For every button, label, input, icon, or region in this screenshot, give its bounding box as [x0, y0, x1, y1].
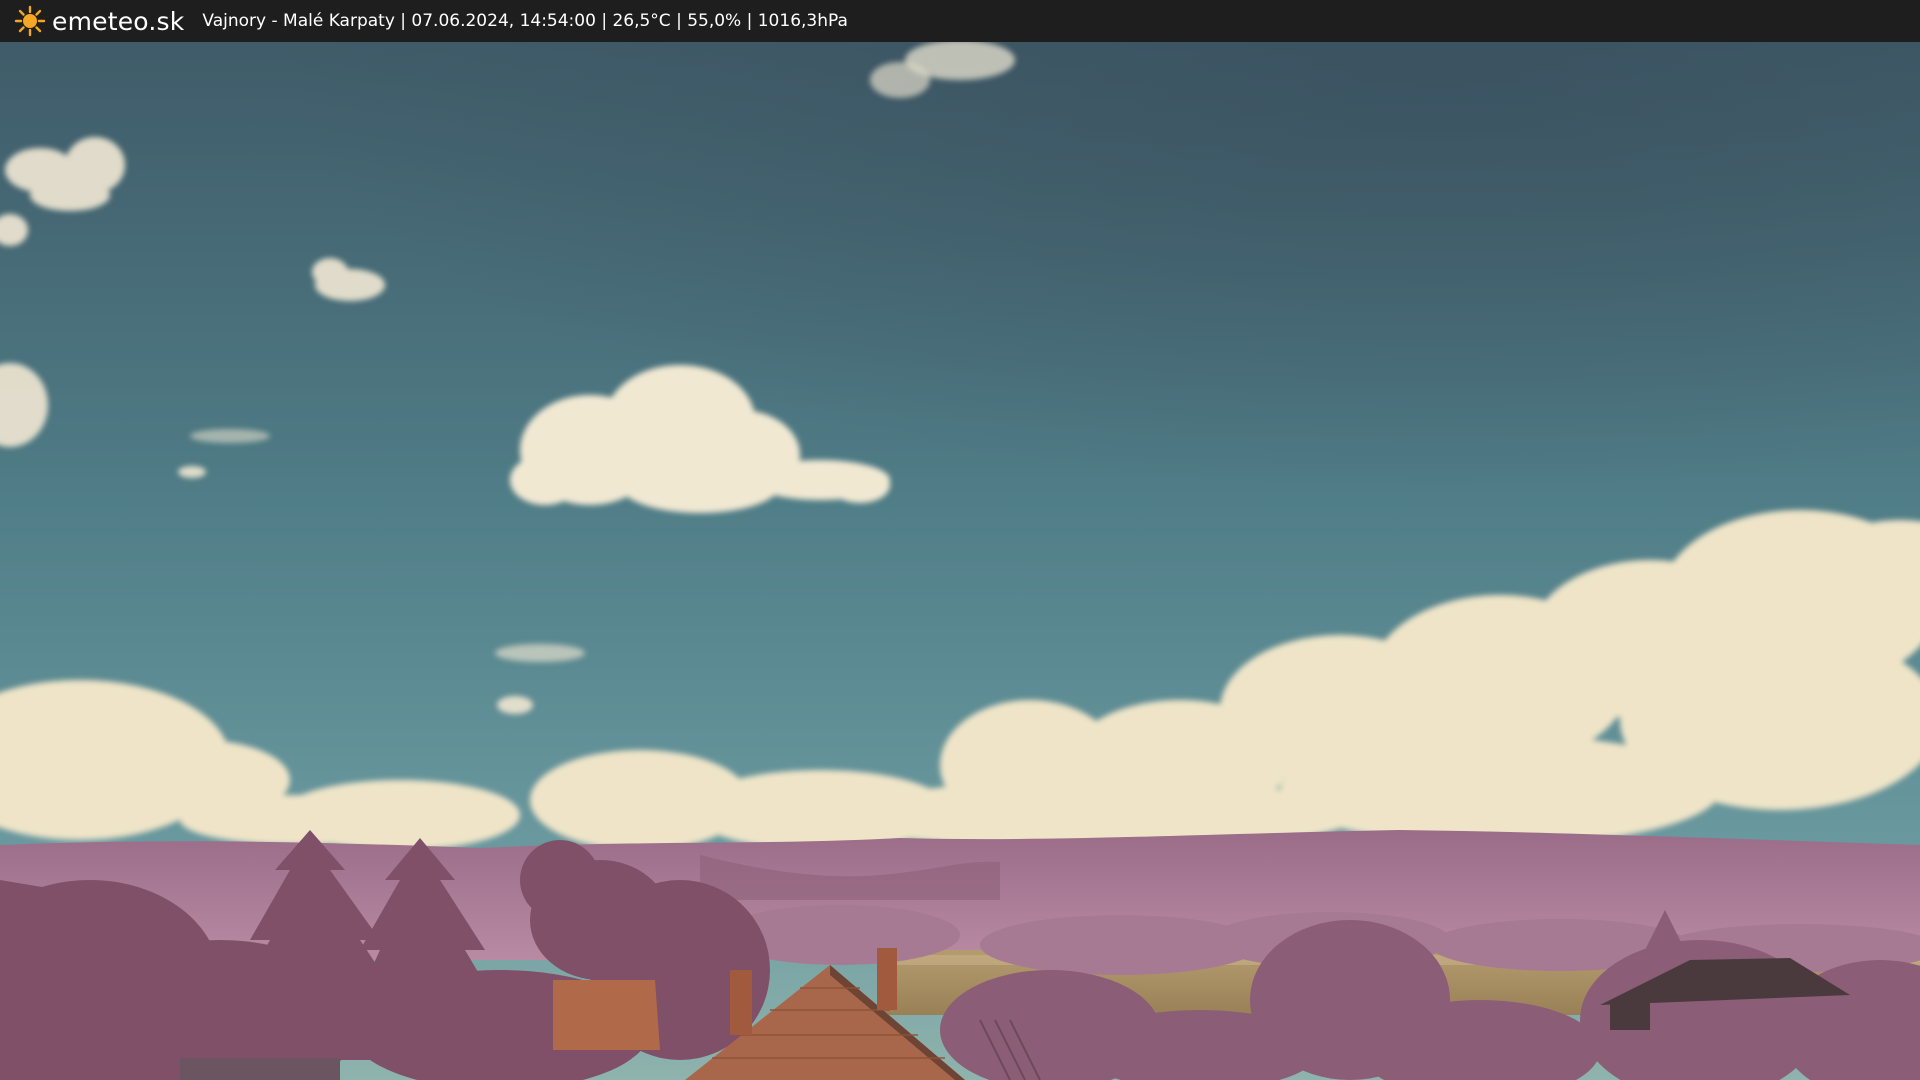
- sun-icon: [14, 5, 46, 37]
- overlay-bar: emeteo.sk Vajnory - Malé Karpaty | 07.06…: [0, 0, 1920, 42]
- brand-name: emeteo.sk: [52, 6, 185, 36]
- webcam-image: [0, 0, 1920, 1080]
- weather-caption: Vajnory - Malé Karpaty | 07.06.2024, 14:…: [202, 11, 848, 31]
- logo: emeteo.sk: [14, 5, 184, 37]
